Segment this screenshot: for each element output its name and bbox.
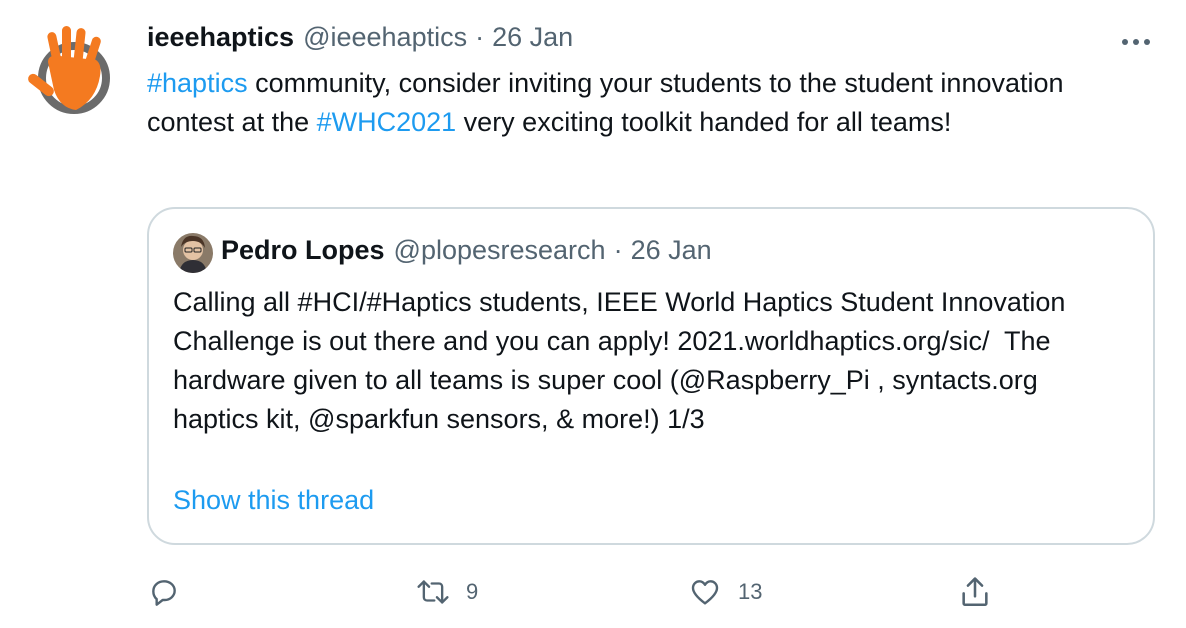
quote-date: 26 Jan bbox=[630, 235, 712, 265]
show-thread-link[interactable]: Show this thread bbox=[173, 485, 374, 516]
retweet-icon bbox=[417, 580, 449, 604]
retweet-count: 9 bbox=[466, 579, 479, 604]
hashtag-link[interactable]: #haptics bbox=[147, 68, 248, 98]
tweet-actions: 9 13 bbox=[0, 570, 1186, 614]
quote-text: Calling all #HCI/#Haptics students, IEEE… bbox=[173, 287, 1073, 434]
more-horizontal-icon bbox=[1122, 39, 1150, 45]
retweet-button[interactable]: 9 bbox=[416, 570, 478, 614]
hashtag-link[interactable]: #WHC2021 bbox=[317, 107, 457, 137]
tweet-date[interactable]: 26 Jan bbox=[492, 22, 573, 53]
avatar[interactable] bbox=[26, 24, 122, 120]
quote-author-handle: @plopesresearch bbox=[393, 235, 606, 265]
heart-icon bbox=[691, 580, 719, 605]
quoted-tweet-card[interactable]: Pedro Lopes @plopesresearch · 26 Jan Cal… bbox=[147, 207, 1155, 545]
quote-avatar bbox=[173, 233, 213, 273]
reply-button[interactable] bbox=[148, 570, 180, 614]
tweet-header: ieeehaptics @ieeehaptics · 26 Jan bbox=[147, 22, 573, 60]
quote-header: Pedro Lopes @plopesresearch · 26 Jan bbox=[221, 235, 712, 266]
reply-icon bbox=[152, 580, 176, 606]
author-name[interactable]: ieeehaptics bbox=[147, 22, 294, 53]
tweet-text-segment: very exciting toolkit handed for all tea… bbox=[456, 107, 952, 137]
separator: · bbox=[475, 22, 485, 52]
tweet-text: #haptics community, consider inviting yo… bbox=[147, 64, 1137, 142]
separator: · bbox=[613, 235, 623, 265]
tweet: ieeehaptics @ieeehaptics · 26 Jan #hapti… bbox=[0, 0, 1186, 628]
share-button[interactable] bbox=[958, 570, 992, 614]
author-handle[interactable]: @ieeehaptics bbox=[303, 22, 467, 53]
like-button[interactable]: 13 bbox=[688, 570, 762, 614]
hand-logo-icon bbox=[28, 26, 120, 118]
user-photo-icon bbox=[173, 233, 213, 273]
share-icon bbox=[962, 577, 988, 607]
more-button[interactable] bbox=[1116, 28, 1156, 56]
like-count: 13 bbox=[738, 579, 763, 604]
quote-author-name: Pedro Lopes bbox=[221, 235, 385, 265]
